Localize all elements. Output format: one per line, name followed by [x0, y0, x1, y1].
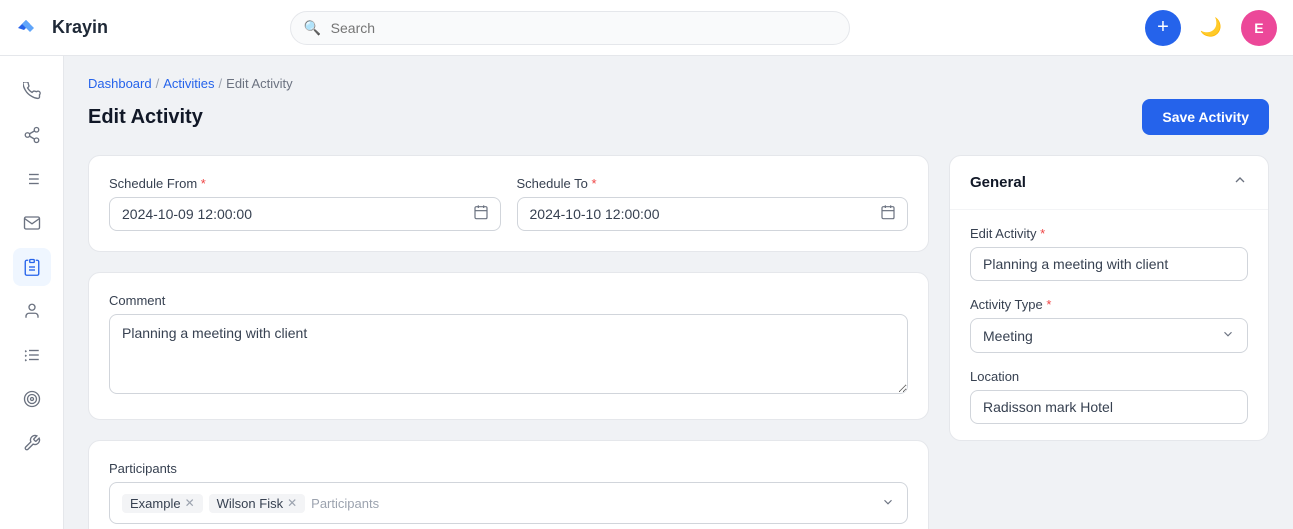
- add-button[interactable]: +: [1145, 10, 1181, 46]
- main-content: Dashboard / Activities / Edit Activity E…: [64, 56, 1293, 529]
- schedule-to-input[interactable]: [517, 197, 909, 231]
- logo-icon: [16, 18, 44, 38]
- avatar[interactable]: E: [1241, 10, 1277, 46]
- participants-placeholder: Participants: [311, 496, 379, 511]
- participants-label: Participants: [109, 461, 908, 476]
- panel-location-field: Location: [970, 369, 1248, 424]
- participant-tag-example-remove[interactable]: ✕: [185, 497, 195, 509]
- panel-collapse-icon[interactable]: [1232, 172, 1248, 193]
- nav-icon-mail[interactable]: [13, 204, 51, 242]
- calendar-to-icon[interactable]: [880, 204, 896, 224]
- sidebar-panel: General Edit Activity *: [949, 155, 1269, 529]
- panel-header: General: [950, 156, 1268, 210]
- participants-chevron-icon[interactable]: [881, 495, 895, 512]
- schedule-from-input[interactable]: [109, 197, 501, 231]
- nav-icon-share[interactable]: [13, 116, 51, 154]
- participants-input[interactable]: Example ✕ Wilson Fisk ✕ Participants: [109, 482, 908, 524]
- schedule-from-group: Schedule From *: [109, 176, 501, 231]
- nav-icon-list[interactable]: [13, 160, 51, 198]
- schedule-from-input-wrap: [109, 197, 501, 231]
- sidebar-nav: [0, 56, 64, 529]
- breadcrumb-dashboard[interactable]: Dashboard: [88, 76, 152, 91]
- schedule-from-label: Schedule From *: [109, 176, 501, 191]
- panel-edit-activity-label: Edit Activity *: [970, 226, 1248, 241]
- panel-edit-activity-input[interactable]: [970, 247, 1248, 281]
- breadcrumb-sep-1: /: [156, 76, 160, 91]
- search-bar: 🔍: [290, 11, 850, 45]
- breadcrumb-current: Edit Activity: [226, 76, 292, 91]
- form-layout: Schedule From *: [88, 155, 1269, 529]
- comment-textarea[interactable]: [109, 314, 908, 394]
- schedule-card: Schedule From *: [88, 155, 929, 252]
- required-star: *: [201, 176, 206, 191]
- page-header: Edit Activity Save Activity: [88, 99, 1269, 135]
- search-input[interactable]: [290, 11, 850, 45]
- required-star-2: *: [591, 176, 596, 191]
- nav-icon-wrench[interactable]: [13, 424, 51, 462]
- participant-tag-wilson-label: Wilson Fisk: [217, 496, 283, 511]
- panel-title: General: [970, 174, 1026, 191]
- schedule-to-label: Schedule To *: [517, 176, 909, 191]
- topbar: Krayin 🔍 + 🌙 E: [0, 0, 1293, 56]
- participant-tag-wilson: Wilson Fisk ✕: [209, 494, 306, 513]
- panel-activity-type-value: Meeting: [983, 328, 1221, 344]
- participant-tag-example-label: Example: [130, 496, 181, 511]
- nav-icon-target[interactable]: [13, 380, 51, 418]
- required-star-3: *: [1040, 226, 1045, 241]
- schedule-row: Schedule From *: [109, 176, 908, 231]
- nav-icon-box[interactable]: [13, 336, 51, 374]
- panel-activity-type-label: Activity Type *: [970, 297, 1248, 312]
- calendar-from-icon[interactable]: [473, 204, 489, 224]
- panel-location-input[interactable]: [970, 390, 1248, 424]
- comment-label: Comment: [109, 293, 908, 308]
- general-panel: General Edit Activity *: [949, 155, 1269, 441]
- page-title: Edit Activity: [88, 106, 203, 129]
- search-icon: 🔍: [304, 19, 321, 36]
- panel-activity-type-arrow-icon: [1221, 327, 1235, 344]
- breadcrumb-activities[interactable]: Activities: [163, 76, 214, 91]
- schedule-to-input-wrap: [517, 197, 909, 231]
- breadcrumb-sep-2: /: [219, 76, 223, 91]
- panel-edit-activity-field: Edit Activity *: [970, 226, 1248, 281]
- panel-activity-type-select[interactable]: Meeting: [970, 318, 1248, 353]
- save-activity-button[interactable]: Save Activity: [1142, 99, 1269, 135]
- brand-name: Krayin: [52, 17, 108, 38]
- theme-toggle-button[interactable]: 🌙: [1193, 10, 1229, 46]
- form-main: Schedule From *: [88, 155, 929, 529]
- schedule-to-group: Schedule To *: [517, 176, 909, 231]
- panel-location-label: Location: [970, 369, 1248, 384]
- participant-tag-wilson-remove[interactable]: ✕: [287, 497, 297, 509]
- participants-card: Participants Example ✕ Wilson Fisk ✕ Par…: [88, 440, 929, 529]
- participant-tag-example: Example ✕: [122, 494, 203, 513]
- brand: Krayin: [16, 17, 136, 38]
- topbar-actions: + 🌙 E: [1145, 10, 1277, 46]
- panel-activity-type-field: Activity Type * Meeting: [970, 297, 1248, 353]
- nav-icon-clipboard[interactable]: [13, 248, 51, 286]
- nav-icon-phone[interactable]: [13, 72, 51, 110]
- breadcrumb: Dashboard / Activities / Edit Activity: [88, 76, 1269, 91]
- nav-icon-person[interactable]: [13, 292, 51, 330]
- panel-body: Edit Activity * Activity Type * Meeting: [950, 210, 1268, 440]
- comment-card: Comment: [88, 272, 929, 420]
- required-star-4: *: [1046, 297, 1051, 312]
